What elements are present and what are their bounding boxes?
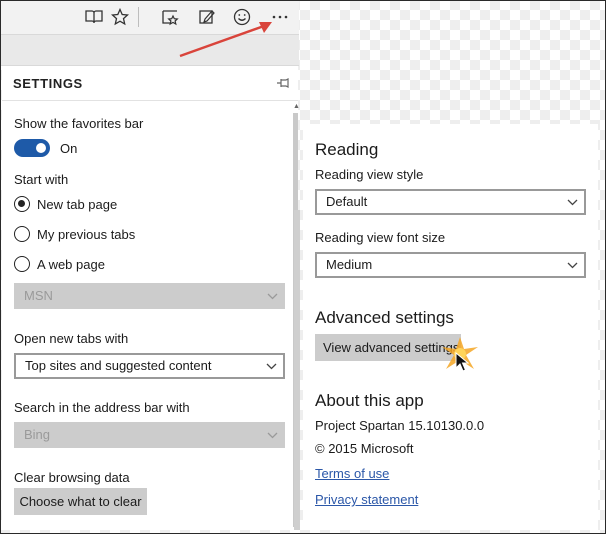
- web-page-select-value: MSN: [24, 288, 53, 303]
- about-heading: About this app: [315, 391, 424, 410]
- scroll-up-icon[interactable]: ▲: [293, 103, 300, 110]
- settings-panel-lower: Reading Reading view style Default Readi…: [303, 124, 598, 530]
- radio-new-tab-page[interactable]: [14, 196, 30, 212]
- favorites-bar-state: On: [60, 141, 78, 156]
- search-engine-select-value: Bing: [24, 427, 51, 442]
- right-scrollbar[interactable]: [294, 210, 300, 530]
- copyright-text: © 2015 Microsoft: [315, 441, 414, 456]
- chevron-down-icon: [567, 191, 578, 213]
- search-label: Search in the address bar with: [14, 400, 190, 415]
- favorite-star-icon[interactable]: [109, 7, 131, 27]
- radio-label-my-previous-tabs: My previous tabs: [37, 227, 136, 242]
- reading-heading: Reading: [315, 140, 379, 159]
- annotation-arrow: [179, 22, 272, 58]
- settings-panel: SETTINGS Show the favorites bar On Start…: [2, 66, 300, 530]
- pin-icon[interactable]: [276, 76, 290, 94]
- header-divider: [2, 100, 298, 101]
- favorites-bar-label: Show the favorites bar: [14, 116, 144, 131]
- advanced-heading: Advanced settings: [315, 308, 454, 327]
- privacy-statement-link[interactable]: Privacy statement: [315, 492, 418, 507]
- reading-font-label: Reading view font size: [315, 230, 446, 245]
- chevron-down-icon: [267, 423, 278, 447]
- version-text: Project Spartan 15.10130.0.0: [315, 418, 485, 433]
- favorites-bar-toggle[interactable]: [14, 139, 50, 157]
- terms-of-use-link[interactable]: Terms of use: [315, 466, 389, 481]
- toolbar-separator: [138, 7, 139, 27]
- new-tabs-label: Open new tabs with: [14, 331, 129, 346]
- new-tabs-select[interactable]: Top sites and suggested content: [14, 353, 285, 379]
- radio-label-a-web-page: A web page: [37, 257, 105, 272]
- reading-style-value: Default: [326, 194, 368, 209]
- chevron-down-icon: [567, 254, 578, 276]
- reading-style-select[interactable]: Default: [315, 189, 586, 215]
- search-engine-select: Bing: [14, 422, 285, 448]
- chevron-down-icon: [266, 355, 277, 377]
- chevron-down-icon: [267, 284, 278, 308]
- web-page-select: MSN: [14, 283, 285, 309]
- settings-title: SETTINGS: [13, 76, 83, 91]
- new-tabs-select-value: Top sites and suggested content: [25, 358, 212, 373]
- choose-what-to-clear-button[interactable]: Choose what to clear: [14, 488, 147, 515]
- start-with-label: Start with: [14, 172, 69, 187]
- radio-a-web-page[interactable]: [14, 256, 30, 272]
- reading-view-icon[interactable]: [83, 7, 105, 27]
- radio-my-previous-tabs[interactable]: [14, 226, 30, 242]
- reading-font-value: Medium: [326, 257, 373, 272]
- mouse-pointer-icon: [455, 352, 469, 372]
- clear-data-label: Clear browsing data: [14, 470, 130, 485]
- reading-font-select[interactable]: Medium: [315, 252, 586, 278]
- radio-label-new-tab-page: New tab page: [37, 197, 118, 212]
- reading-style-label: Reading view style: [315, 167, 424, 182]
